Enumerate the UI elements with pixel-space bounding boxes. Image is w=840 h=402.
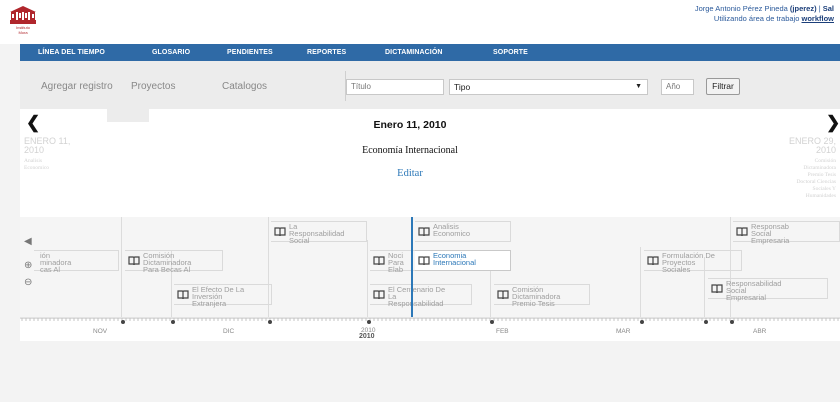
- event-label: Responsabilidad Social Empresarial: [726, 279, 782, 302]
- book-icon: [177, 290, 189, 300]
- workspace-prefix: Utilizando área de trabajo: [713, 14, 800, 23]
- timeline-event[interactable]: Comisión Dictaminadora Para Becas Al: [125, 250, 223, 274]
- timeline-guide: [367, 240, 368, 317]
- axis-label-nov: NOV: [93, 328, 108, 335]
- book-icon: [418, 227, 430, 237]
- type-select-value: Tipo: [454, 82, 471, 92]
- user-handle: (jperez): [789, 4, 817, 13]
- zoom-out-icon[interactable]: ⊖: [24, 277, 32, 288]
- timeline-event[interactable]: El Efecto De La Inversión Extranjera: [174, 284, 272, 308]
- nav-linea-del-tiempo[interactable]: LÍNEA DEL TIEMPO: [38, 44, 105, 61]
- book-icon: [711, 284, 723, 294]
- axis-month-dot: [171, 320, 175, 324]
- toolbar: Agregar registro Proyectos Catalogos Tít…: [20, 61, 840, 109]
- event-label: Responsab Social Empresaria: [751, 222, 790, 245]
- user-separator: |: [818, 4, 821, 13]
- axis-month-dot: [704, 320, 708, 324]
- nav-pendientes[interactable]: PENDIENTES: [227, 44, 273, 61]
- axis-label-abr: ABR: [753, 328, 767, 335]
- type-select[interactable]: Tipo ▼: [449, 79, 648, 95]
- timeline-event[interactable]: Responsab Social Empresaria: [733, 221, 840, 245]
- axis-label-feb: FEB: [496, 328, 509, 335]
- user-info: Jorge Antonio Pérez Pineda (jperez) | Sa…: [695, 4, 834, 24]
- event-date: Enero 11, 2010: [373, 119, 447, 131]
- catalogs-link[interactable]: Catalogos: [222, 81, 267, 92]
- header: Instituto Mora Jorge Antonio Pérez Pineda…: [0, 0, 840, 44]
- axis-tick-marks: [20, 318, 840, 321]
- main-nav: LÍNEA DEL TIEMPO GLOSARIO PENDIENTES REP…: [20, 44, 840, 61]
- axis-year-label: 2010: [359, 333, 375, 340]
- event-detail-panel: ❮ ❯ ENERO 11, 2010 Analisis Economico EN…: [20, 109, 840, 217]
- book-icon: [274, 227, 286, 237]
- year-input[interactable]: Año: [661, 79, 694, 95]
- event-label: ión minadora cas Al: [40, 251, 72, 274]
- next-event-arrow-icon[interactable]: ❯: [826, 113, 840, 133]
- book-icon: [647, 256, 659, 266]
- logout-link[interactable]: Sal: [823, 4, 834, 13]
- timeline-guide: [121, 217, 122, 317]
- event-label: Comisión Dictaminadora Para Becas Al: [143, 251, 192, 274]
- timeline-guide: [490, 263, 491, 317]
- nav-reportes[interactable]: REPORTES: [307, 44, 346, 61]
- nav-soporte[interactable]: SOPORTE: [493, 44, 528, 61]
- workspace-link[interactable]: workflow: [801, 14, 834, 23]
- institution-logo[interactable]: Instituto Mora: [10, 6, 36, 36]
- axis-month-dot: [640, 320, 644, 324]
- add-record-link[interactable]: Agregar registro: [41, 81, 113, 92]
- timeline-event[interactable]: La Responsabilidad Social: [271, 221, 367, 245]
- timeline-event[interactable]: Analisis Economico: [415, 221, 511, 242]
- logo-building-icon: [10, 6, 36, 24]
- next-event-subtitle: Comisión Dictaminadora Premio Tesis Doct…: [796, 158, 836, 199]
- event-label: Analisis Economico: [433, 222, 471, 238]
- book-icon: [373, 290, 385, 300]
- nav-dictaminacion[interactable]: DICTAMINACIÓN: [385, 44, 443, 61]
- event-title: Economía Internacional: [362, 145, 458, 156]
- axis-month-dot: [367, 320, 371, 324]
- back-arrow-icon[interactable]: ◀: [24, 236, 32, 247]
- event-label: La Responsabilidad Social: [289, 222, 345, 245]
- timeline-event[interactable]: Responsabilidad Social Empresarial: [708, 278, 828, 302]
- title-input[interactable]: Título: [346, 79, 444, 95]
- event-label: El Efecto De La Inversión Extranjera: [192, 285, 245, 308]
- event-label: El Centenario De La Responsabilidad: [388, 285, 446, 308]
- timeline-guide: [640, 247, 641, 317]
- filter-button[interactable]: Filtrar: [706, 78, 740, 95]
- zoom-in-icon[interactable]: ⊕: [24, 260, 32, 271]
- edit-event-link[interactable]: Editar: [20, 168, 800, 179]
- user-name: Jorge Antonio Pérez Pineda: [694, 4, 788, 13]
- timeline-event[interactable]: Comisión Dictaminadora Premio Tesis: [494, 284, 590, 308]
- axis-label-dic: DIC: [223, 328, 235, 335]
- book-icon: [736, 227, 748, 237]
- axis-label-mar: MAR: [616, 328, 631, 335]
- book-icon: [373, 256, 385, 266]
- book-icon: [128, 256, 140, 266]
- timeline-event[interactable]: ión minadora cas Al: [34, 250, 119, 274]
- book-icon: [497, 290, 509, 300]
- axis-month-dot: [268, 320, 272, 324]
- axis-month-dot: [121, 320, 125, 324]
- nav-glosario[interactable]: GLOSARIO: [152, 44, 190, 61]
- timeline-event-selected[interactable]: Economia Internacional: [415, 250, 511, 271]
- timeline-axis[interactable]: NOV DIC 2010 2010 FEB MAR ABR: [20, 317, 840, 341]
- timeline-event[interactable]: Formulación De Proyectos Sociales: [644, 250, 742, 274]
- app-root: Instituto Mora Jorge Antonio Pérez Pineda…: [0, 0, 840, 402]
- axis-month-dot: [730, 320, 734, 324]
- projects-link[interactable]: Proyectos: [131, 81, 175, 92]
- event-label: Formulación De Proyectos Sociales: [662, 251, 715, 274]
- event-label: Comisión Dictaminadora Premio Tesis: [512, 285, 561, 308]
- timeline-event[interactable]: El Centenario De La Responsabilidad: [370, 284, 472, 308]
- chevron-down-icon: ▼: [635, 83, 642, 90]
- event-label: Economia Internacional: [433, 251, 476, 267]
- axis-month-dot: [490, 320, 494, 324]
- logo-text: Instituto Mora: [15, 25, 30, 35]
- event-label: Noci Para Elab: [388, 251, 404, 274]
- book-icon: [418, 256, 430, 266]
